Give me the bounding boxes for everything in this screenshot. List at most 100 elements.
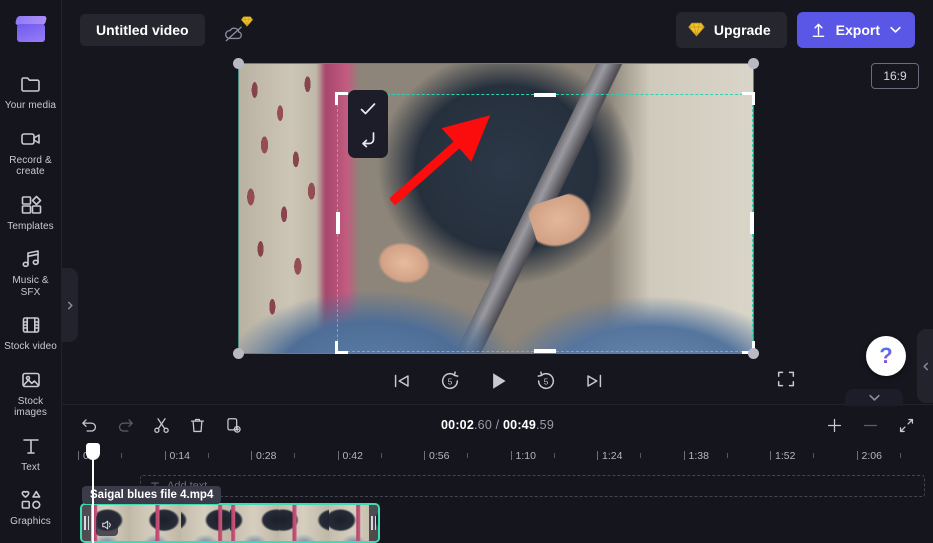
clip-trim-handle-left[interactable] xyxy=(82,505,91,541)
upgrade-button[interactable]: Upgrade xyxy=(676,12,787,48)
templates-icon xyxy=(19,193,43,217)
crop-handle-top-left[interactable] xyxy=(335,92,348,105)
sidebar-item-record-create[interactable]: Record & create xyxy=(0,121,62,185)
redo-button[interactable] xyxy=(112,412,138,438)
ruler-tick-bar xyxy=(251,451,252,460)
crop-handle-bottom[interactable] xyxy=(534,349,556,353)
timeline-clip-video[interactable] xyxy=(80,503,380,543)
export-button[interactable]: Export xyxy=(797,12,915,48)
timeline-edit-tools xyxy=(76,412,246,438)
frame-handle-top-right[interactable] xyxy=(748,58,759,69)
crop-handle-left[interactable] xyxy=(336,212,340,234)
zoom-out-button[interactable] xyxy=(857,412,883,438)
undo-arrow-icon xyxy=(358,129,378,149)
split-button[interactable] xyxy=(148,412,174,438)
forward-5-seconds-button[interactable]: 5 xyxy=(533,368,559,394)
right-panel-collapse-button[interactable] xyxy=(917,329,933,403)
timeline-playhead[interactable] xyxy=(92,443,94,543)
clipchamp-editor-window: Your media Record & create Templates Mus… xyxy=(0,0,933,543)
player-controls: 5 5 xyxy=(62,361,933,401)
total-time-frames: .59 xyxy=(536,418,554,432)
ruler-tick: 1:38 xyxy=(684,451,685,460)
play-button[interactable] xyxy=(485,368,511,394)
ruler-tick-minor xyxy=(813,453,814,458)
sidebar-item-stock-video[interactable]: Stock video xyxy=(0,307,62,360)
ruler-tick: 0 xyxy=(78,451,79,460)
ruler-tick-bar xyxy=(813,453,814,458)
timeline-toolbar: 00:02.60 / 00:49.59 xyxy=(62,405,933,445)
svg-text:5: 5 xyxy=(447,378,452,387)
preview-stage: 16:9 xyxy=(62,59,933,404)
sync-status-button[interactable] xyxy=(223,16,253,44)
playhead-handle[interactable] xyxy=(86,443,100,460)
help-button[interactable]: ? xyxy=(866,336,906,376)
sidebar-item-graphics[interactable]: Graphics xyxy=(0,482,62,535)
check-icon xyxy=(358,99,378,119)
crop-handle-top-right[interactable] xyxy=(742,92,755,105)
timeline-collapse-button[interactable] xyxy=(845,389,903,406)
clip-thumbnail xyxy=(230,505,279,541)
fullscreen-button[interactable] xyxy=(775,368,799,392)
scissors-icon xyxy=(152,416,171,435)
sidebar-item-text[interactable]: Text xyxy=(0,428,62,481)
crop-confirm-button[interactable] xyxy=(355,96,381,122)
ruler-tick-label: 0:14 xyxy=(170,450,190,462)
ruler-tick: 0:42 xyxy=(338,451,339,460)
rewind-5-seconds-button[interactable]: 5 xyxy=(437,368,463,394)
frame-handle-bottom-left[interactable] xyxy=(233,348,244,359)
forward-5-icon: 5 xyxy=(535,370,557,392)
skip-to-start-button[interactable] xyxy=(389,368,415,394)
diamond-icon xyxy=(241,16,253,27)
ruler-tick-minor xyxy=(208,453,209,458)
crop-handle-bottom-left[interactable] xyxy=(335,341,348,354)
sidebar-expand-button[interactable] xyxy=(62,268,78,342)
undo-button[interactable] xyxy=(76,412,102,438)
sidebar-item-your-media[interactable]: Your media xyxy=(0,66,62,119)
clip-audio-toggle[interactable] xyxy=(96,514,118,536)
sidebar-item-templates[interactable]: Templates xyxy=(0,187,62,240)
skip-previous-icon xyxy=(391,370,413,392)
ruler-tick: 0:14 xyxy=(165,451,166,460)
ruler-tick-bar xyxy=(424,451,425,460)
aspect-ratio-button[interactable]: 16:9 xyxy=(871,63,919,89)
copy-add-icon xyxy=(224,416,243,435)
frame-handle-top-left[interactable] xyxy=(233,58,244,69)
ruler-tick-bar xyxy=(381,453,382,458)
sidebar-item-label: Stock images xyxy=(2,396,60,419)
folder-icon xyxy=(19,72,43,96)
clip-trim-handle-right[interactable] xyxy=(369,505,378,541)
ruler-tick-bar xyxy=(554,453,555,458)
project-title-input[interactable]: Untitled video xyxy=(80,14,205,46)
preview-canvas[interactable] xyxy=(238,63,754,354)
fullscreen-icon xyxy=(775,368,797,390)
crop-reset-button[interactable] xyxy=(355,126,381,152)
ruler-tick: 2:06 xyxy=(857,451,858,460)
ruler-tick-label: 0:42 xyxy=(343,450,363,462)
ruler-tick-bar xyxy=(684,451,685,460)
delete-button[interactable] xyxy=(184,412,210,438)
sidebar-item-label: Stock video xyxy=(4,341,57,353)
crop-handle-top[interactable] xyxy=(534,93,556,97)
ruler-tick-label: 1:52 xyxy=(775,450,795,462)
clipchamp-logo[interactable] xyxy=(16,14,46,44)
current-time-frames: .60 xyxy=(474,418,492,432)
crop-selection-rect[interactable] xyxy=(337,94,753,352)
diamond-icon xyxy=(688,22,705,37)
sidebar-item-music-sfx[interactable]: Music & SFX xyxy=(0,241,62,305)
fit-to-screen-button[interactable] xyxy=(893,412,919,438)
ruler-tick-bar xyxy=(900,453,901,458)
skip-to-end-button[interactable] xyxy=(581,368,607,394)
duplicate-button[interactable] xyxy=(220,412,246,438)
sidebar-item-stock-images[interactable]: Stock images xyxy=(0,362,62,426)
timeline-zoom-tools xyxy=(821,412,919,438)
crop-handle-right[interactable] xyxy=(750,212,754,234)
frame-handle-bottom-right[interactable] xyxy=(748,348,759,359)
ruler-tick-label: 2:06 xyxy=(862,450,882,462)
add-text-track[interactable]: Add text xyxy=(140,475,925,497)
timeline-ruler[interactable]: 00:140:280:420:561:101:241:381:522:06 xyxy=(62,445,933,473)
upload-arrow-icon xyxy=(810,21,827,38)
ruler-tick-minor xyxy=(381,453,382,458)
zoom-in-button[interactable] xyxy=(821,412,847,438)
ruler-tick-bar xyxy=(640,453,641,458)
ruler-tick: 0:28 xyxy=(251,451,252,460)
